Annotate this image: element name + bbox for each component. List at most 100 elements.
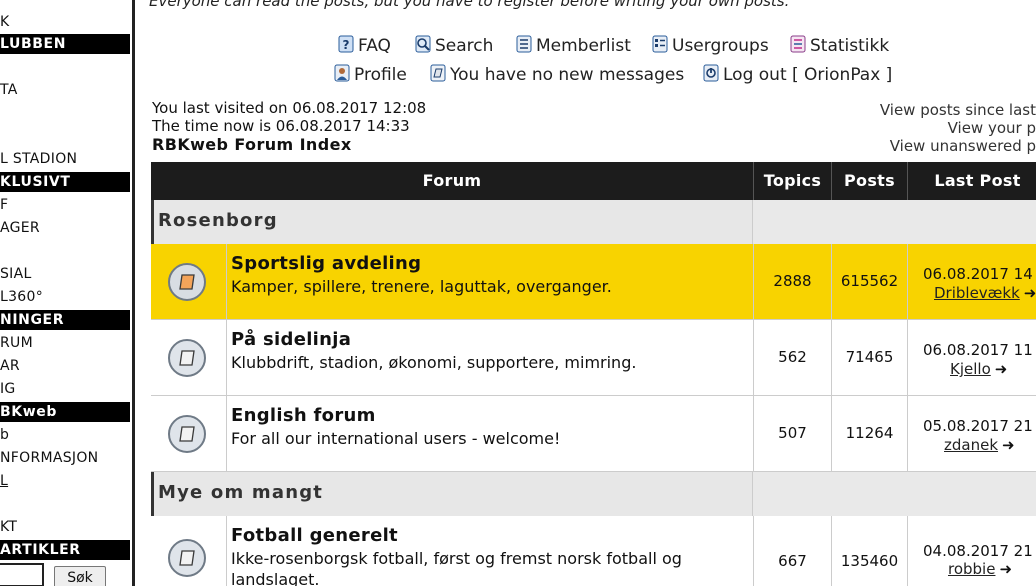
logout-link[interactable]: Log out [ OrionPax ]	[703, 64, 892, 85]
svg-text:?: ?	[343, 38, 350, 52]
sidebar-search-input[interactable]	[0, 563, 44, 586]
topics-count: 667	[753, 516, 831, 586]
forum-read-icon	[168, 415, 206, 453]
category-row: Rosenborg	[151, 200, 1036, 244]
forum-description: Kamper, spillere, trenere, laguttak, ove…	[231, 277, 612, 296]
search-label: Search	[435, 36, 494, 56]
messages-link[interactable]: You have no new messages	[430, 64, 684, 85]
last-post-user-link[interactable]: Driblevækk	[934, 284, 1020, 302]
time-now-text: The time now is 06.08.2017 14:33	[152, 117, 410, 135]
last-post-user-link[interactable]: zdanek	[944, 436, 998, 454]
topics-count: 562	[753, 320, 831, 395]
sidebar-item[interactable]: L360°	[0, 287, 130, 307]
sidebar-item[interactable]: TA	[0, 80, 130, 100]
sidebar-section-header: BKweb	[0, 402, 130, 422]
sidebar-item[interactable]: SIAL	[0, 264, 130, 284]
usergroups-link[interactable]: Usergroups	[652, 35, 769, 56]
forum-row[interactable]: Sportslig avdeling Kamper, spillere, tre…	[151, 244, 1036, 320]
left-sidebar: K LUBBEN TA L STADION KLUSIVT F AGER SIA…	[0, 0, 135, 586]
view-unanswered-posts-link[interactable]: View unanswered p	[890, 137, 1036, 155]
forum-description: For all our international users - welcom…	[231, 429, 561, 448]
sidebar-item[interactable]: b	[0, 425, 130, 445]
forum-title-link[interactable]: På sidelinja	[231, 329, 351, 350]
topics-count: 507	[753, 396, 831, 471]
last-post-date: 06.08.2017 11	[923, 341, 1033, 359]
topics-count: 2888	[753, 244, 831, 319]
sidebar-item[interactable]: KT	[0, 517, 130, 537]
last-post-user-link[interactable]: robbie	[948, 560, 995, 578]
posts-count: 71465	[831, 320, 907, 395]
faq-label: FAQ	[358, 36, 391, 56]
profile-icon	[334, 64, 350, 82]
forum-column-header: Forum	[151, 162, 753, 200]
sidebar-item[interactable]: RUM	[0, 333, 130, 353]
forum-read-icon	[168, 339, 206, 377]
forum-title-link[interactable]: Fotball generelt	[231, 525, 398, 546]
forum-index-link[interactable]: RBKweb Forum Index	[152, 136, 352, 154]
sidebar-item[interactable]: AR	[0, 356, 130, 376]
last-visit-text: You last visited on 06.08.2017 12:08	[152, 99, 427, 117]
main-content: Everyone can read the posts, but you hav…	[135, 0, 1036, 586]
sidebar-section-header: LUBBEN	[0, 34, 130, 54]
sidebar-search-button[interactable]: Søk	[54, 566, 106, 586]
search-icon	[415, 35, 431, 53]
forum-row[interactable]: På sidelinja Klubbdrift, stadion, økonom…	[151, 320, 1036, 396]
memberlist-label: Memberlist	[536, 36, 631, 56]
logout-label: Log out [ OrionPax ]	[723, 65, 893, 85]
faq-icon: ?	[338, 35, 354, 53]
posts-column-header: Posts	[831, 162, 907, 200]
topics-column-header: Topics	[753, 162, 831, 200]
sidebar-item[interactable]	[0, 126, 130, 146]
forum-title-link[interactable]: English forum	[231, 405, 376, 426]
sidebar-item[interactable]: L	[0, 471, 130, 491]
sidebar-section-header: KLUSIVT	[0, 172, 130, 192]
memberlist-icon	[516, 35, 532, 53]
forum-row[interactable]: Fotball generelt Ikke-rosenborgsk fotbal…	[151, 516, 1036, 586]
profile-link[interactable]: Profile	[334, 64, 407, 85]
forum-read-icon	[168, 539, 206, 577]
usergroups-icon	[652, 35, 668, 53]
category-title[interactable]: Mye om mangt	[158, 482, 323, 503]
forum-read-icon	[168, 263, 206, 301]
message-icon	[430, 64, 446, 82]
last-post-user-link[interactable]: Kjello	[950, 360, 991, 378]
last-post-column-header: Last Post	[907, 162, 1036, 200]
forum-description: Ikke-rosenborgsk fotball, først og frems…	[231, 549, 682, 586]
posts-count: 11264	[831, 396, 907, 471]
statistikk-label: Statistikk	[810, 36, 890, 56]
usergroups-label: Usergroups	[672, 36, 769, 56]
sidebar-item[interactable]: K	[0, 12, 130, 32]
sidebar-item[interactable]: AGER	[0, 218, 130, 238]
view-your-posts-link[interactable]: View your p	[948, 119, 1036, 137]
last-post-date: 04.08.2017 21	[923, 542, 1033, 560]
sidebar-section-header: NINGER	[0, 310, 130, 330]
last-post-date: 05.08.2017 21	[923, 417, 1033, 435]
faq-link[interactable]: ? FAQ	[338, 35, 391, 56]
sidebar-item[interactable]: L STADION	[0, 149, 130, 169]
statistics-icon	[790, 35, 806, 53]
category-title[interactable]: Rosenborg	[158, 210, 278, 231]
memberlist-link[interactable]: Memberlist	[516, 35, 631, 56]
sidebar-section-header: ARTIKLER	[0, 540, 130, 560]
posts-count: 135460	[831, 516, 907, 586]
search-link[interactable]: Search	[415, 35, 493, 56]
forum-description: Klubbdrift, stadion, økonomi, supportere…	[231, 353, 637, 372]
statistikk-link[interactable]: Statistikk	[790, 35, 889, 56]
forum-title-link[interactable]: Sportslig avdeling	[231, 253, 421, 274]
forum-row[interactable]: English forum For all our international …	[151, 396, 1036, 472]
posts-count: 615562	[831, 244, 907, 319]
sidebar-item[interactable]: NFORMASJON	[0, 448, 130, 468]
category-row: Mye om mangt	[151, 472, 1036, 516]
goto-last-post-icon[interactable]: ➜	[1002, 436, 1015, 454]
goto-last-post-icon[interactable]: ➜	[1024, 284, 1036, 302]
logout-icon	[703, 64, 719, 82]
messages-label: You have no new messages	[450, 65, 685, 85]
last-post-date: 06.08.2017 14	[923, 265, 1033, 283]
intro-text: Everyone can read the posts, but you hav…	[149, 0, 790, 10]
goto-last-post-icon[interactable]: ➜	[995, 360, 1008, 378]
sidebar-item[interactable]: IG	[0, 379, 130, 399]
profile-label: Profile	[354, 65, 407, 85]
sidebar-item[interactable]: F	[0, 195, 130, 215]
goto-last-post-icon[interactable]: ➜	[999, 560, 1012, 578]
view-posts-since-last-link[interactable]: View posts since last	[880, 101, 1036, 119]
